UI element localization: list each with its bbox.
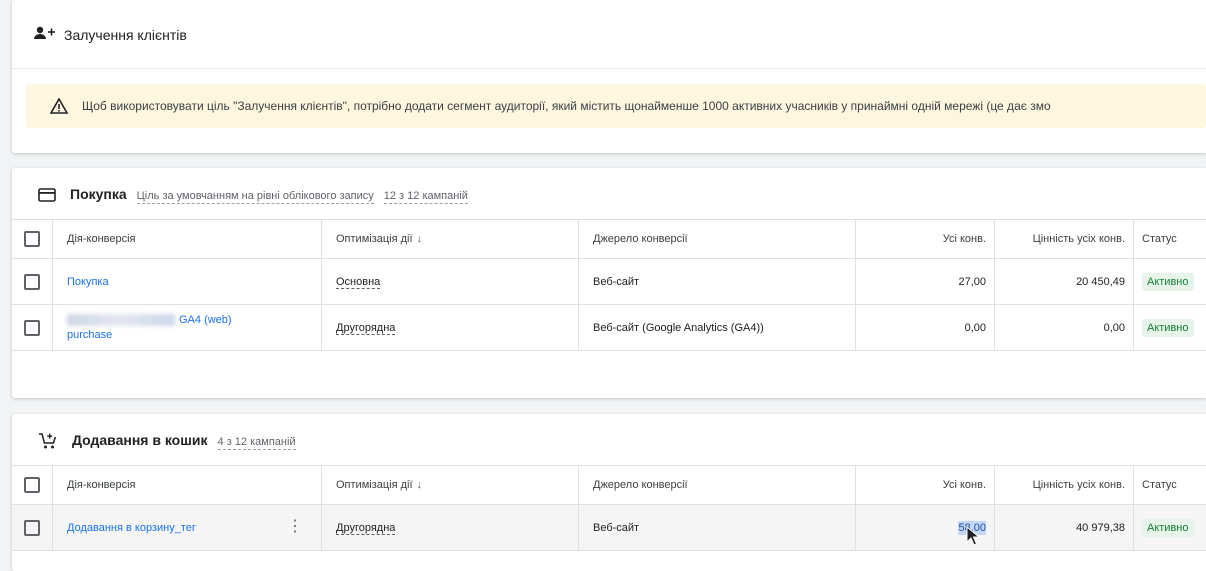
action-link-line2[interactable]: purchase: [67, 329, 112, 341]
kebab-icon[interactable]: ⋮: [287, 518, 303, 534]
acquisition-card: Залучення клієнтів Щоб використовувати ц…: [12, 0, 1206, 153]
col-source[interactable]: Джерело конверсії: [578, 219, 856, 259]
acquisition-header: Залучення клієнтів: [34, 26, 187, 43]
status-cell: Активно: [1133, 304, 1206, 351]
purchase-campaigns-count[interactable]: 12 з 12 кампаній: [383, 190, 468, 204]
value-cell: 20 450,49: [994, 258, 1134, 305]
row-checkbox[interactable]: [24, 273, 40, 290]
optimization-cell: Другорядна: [321, 504, 579, 551]
value-cell: 0,00: [994, 304, 1134, 351]
table-header-row: Дія-конверсія Оптимізація дії ↓ Джерело к…: [12, 465, 1206, 505]
mouse-cursor-icon: [966, 525, 981, 551]
select-all-checkbox[interactable]: [24, 231, 40, 247]
purchase-title: Покупка: [70, 186, 127, 202]
col-action[interactable]: Дія-конверсія: [52, 219, 322, 259]
purchase-table: Дія-конверсія Оптимізація дії ↓ Джерело к…: [12, 219, 1206, 351]
cart-add-icon: [38, 432, 58, 450]
cart-table: Дія-конверсія Оптимізація дії ↓ Джерело к…: [12, 465, 1206, 551]
acquisition-warning: Щоб використовувати ціль "Залучення кліє…: [26, 84, 1206, 128]
col-action[interactable]: Дія-конверсія: [52, 465, 322, 505]
status-cell: Активно: [1133, 504, 1206, 551]
purchase-header: Покупка Ціль за умовчанням на рівні облі…: [38, 186, 468, 204]
optimization-cell: Основна: [321, 258, 579, 305]
optimization-value[interactable]: Основна: [336, 275, 381, 289]
person-add-icon: [34, 26, 56, 43]
optimization-value[interactable]: Другорядна: [336, 321, 396, 335]
optimization-cell: Другорядна: [321, 304, 579, 351]
col-value[interactable]: Цінність усіх конв.: [994, 465, 1134, 505]
row-checkbox[interactable]: [24, 319, 40, 336]
redacted-text: [67, 313, 175, 326]
action-link[interactable]: Покупка: [67, 276, 109, 288]
row-checkbox[interactable]: [24, 519, 40, 536]
table-row: Додавання в корзину_тег ⋮ Другорядна Веб…: [12, 504, 1206, 551]
select-all-cell: [12, 465, 53, 505]
source-cell: Веб-сайт: [578, 258, 856, 305]
action-cell: Додавання в корзину_тег ⋮: [52, 504, 322, 551]
table-row: Покупка Основна Веб-сайт 27,00 20 450,49…: [12, 258, 1206, 305]
cart-card: Додавання в кошик 4 з 12 кампаній Дія-ко…: [12, 414, 1206, 571]
col-all-conv[interactable]: Усі конв.: [855, 465, 995, 505]
optimization-value[interactable]: Другорядна: [336, 521, 396, 535]
purchase-goal-default[interactable]: Ціль за умовчанням на рівні облікового з…: [136, 190, 374, 204]
action-link-line1[interactable]: GA4 (web): [179, 314, 232, 326]
col-optimization[interactable]: Оптимізація дії ↓: [321, 465, 579, 505]
status-badge: Активно: [1142, 518, 1194, 537]
cart-campaigns-count[interactable]: 4 з 12 кампаній: [217, 436, 296, 450]
action-cell: GA4 (web) purchase: [52, 304, 322, 351]
action-cell: Покупка: [52, 258, 322, 305]
col-optimization[interactable]: Оптимізація дії ↓: [321, 219, 579, 259]
col-status[interactable]: Статус: [1133, 465, 1206, 505]
col-optimization-label: Оптимізація дії: [336, 233, 413, 245]
row-select-cell: [12, 304, 53, 351]
cart-header: Додавання в кошик 4 з 12 кампаній: [38, 432, 296, 450]
arrow-down-icon: ↓: [416, 233, 423, 245]
status-cell: Активно: [1133, 258, 1206, 305]
warning-icon: [50, 98, 68, 114]
select-all-checkbox[interactable]: [24, 477, 40, 493]
select-all-cell: [12, 219, 53, 259]
col-all-conv[interactable]: Усі конв.: [855, 219, 995, 259]
acquisition-title: Залучення клієнтів: [64, 26, 187, 43]
source-cell: Веб-сайт: [578, 504, 856, 551]
source-cell: Веб-сайт (Google Analytics (GA4)): [578, 304, 856, 351]
col-source[interactable]: Джерело конверсії: [578, 465, 856, 505]
divider: [12, 68, 1206, 69]
action-link[interactable]: Додавання в корзину_тег: [67, 522, 196, 534]
status-badge: Активно: [1142, 318, 1194, 337]
col-value[interactable]: Цінність усіх конв.: [994, 219, 1134, 259]
action-link-block[interactable]: GA4 (web) purchase: [67, 313, 321, 343]
arrow-down-icon: ↓: [416, 479, 423, 491]
row-select-cell: [12, 258, 53, 305]
value-cell: 40 979,38: [994, 504, 1134, 551]
row-select-cell: [12, 504, 53, 551]
col-status[interactable]: Статус: [1133, 219, 1206, 259]
all-conv-cell: 27,00: [855, 258, 995, 305]
table-header-row: Дія-конверсія Оптимізація дії ↓ Джерело к…: [12, 219, 1206, 259]
cart-title: Додавання в кошик: [72, 432, 208, 448]
card-icon: [38, 188, 56, 202]
status-badge: Активно: [1142, 272, 1194, 291]
all-conv-cell: 0,00: [855, 304, 995, 351]
warning-text: Щоб використовувати ціль "Залучення кліє…: [82, 99, 1051, 113]
table-row: GA4 (web) purchase Другорядна Веб-сайт (…: [12, 304, 1206, 351]
purchase-card: Покупка Ціль за умовчанням на рівні облі…: [12, 168, 1206, 398]
col-optimization-label: Оптимізація дії: [336, 479, 413, 491]
